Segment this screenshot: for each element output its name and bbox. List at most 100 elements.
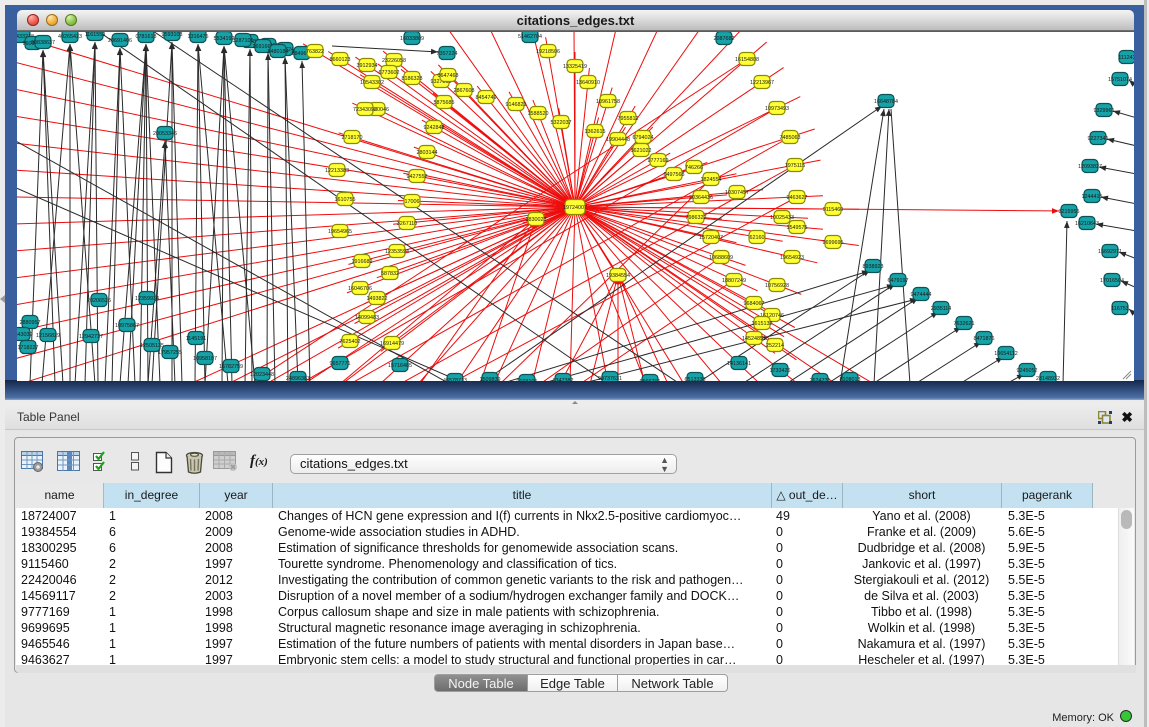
svg-text:18807249: 18807249 [722, 278, 746, 284]
svg-text:28148932: 28148932 [1036, 376, 1060, 381]
svg-text:5322037: 5322037 [551, 120, 572, 126]
svg-text:9777169: 9777169 [648, 158, 669, 164]
svg-text:746266: 746266 [685, 165, 703, 171]
svg-text:0781618: 0781618 [136, 34, 157, 40]
svg-text:9115460: 9115460 [823, 207, 844, 213]
svg-text:8471876: 8471876 [974, 336, 995, 342]
svg-text:10307457: 10307457 [725, 190, 749, 196]
svg-text:2880957: 2880957 [20, 320, 41, 326]
svg-text:2087682: 2087682 [714, 36, 735, 42]
svg-text:14524851: 14524851 [742, 336, 766, 342]
svg-text:12156829: 12156829 [36, 333, 60, 339]
svg-text:8938923: 8938923 [863, 264, 884, 270]
svg-text:1509839: 1509839 [480, 377, 501, 381]
svg-text:16046706: 16046706 [348, 286, 372, 292]
svg-text:9227341: 9227341 [1088, 136, 1109, 142]
svg-text:1610755: 1610755 [335, 197, 356, 203]
svg-text:20053346: 20053346 [153, 131, 177, 137]
svg-text:12093827: 12093827 [1078, 164, 1102, 170]
svg-text:9474444: 9474444 [911, 292, 932, 298]
svg-text:16648784: 16648784 [874, 99, 898, 105]
svg-text:6497568: 6497568 [664, 172, 685, 178]
svg-text:9329961: 9329961 [1094, 108, 1115, 114]
svg-text:15720407: 15720407 [699, 235, 723, 241]
svg-text:5875685: 5875685 [434, 100, 455, 106]
svg-text:1824554: 1824554 [701, 177, 722, 183]
svg-text:9245052: 9245052 [1017, 368, 1038, 374]
svg-text:1549575: 1549575 [787, 225, 808, 231]
svg-text:19724007: 19724007 [563, 205, 587, 211]
svg-text:1830023: 1830023 [526, 217, 547, 223]
svg-text:7625402: 7625402 [340, 339, 361, 345]
svg-text:20364436: 20364436 [689, 195, 713, 201]
svg-text:19218506: 19218506 [536, 49, 560, 55]
svg-text:7357224: 7357224 [437, 51, 458, 57]
svg-text:9657771: 9657771 [330, 361, 351, 367]
svg-text:10973493: 10973493 [765, 106, 789, 112]
svg-text:1733426: 1733426 [770, 368, 791, 374]
svg-text:14136141: 14136141 [727, 361, 751, 367]
svg-text:2935114: 2935114 [931, 306, 952, 312]
svg-text:10654112: 10654112 [994, 351, 1018, 357]
svg-text:8480184: 8480184 [268, 49, 289, 55]
svg-text:12353594: 12353594 [385, 249, 409, 255]
svg-text:10975867: 10975867 [115, 323, 139, 329]
svg-text:9463627: 9463627 [787, 195, 808, 201]
svg-text:1975115: 1975115 [785, 163, 806, 169]
svg-text:6773602: 6773602 [379, 70, 400, 76]
svg-text:763822: 763822 [306, 49, 324, 55]
svg-text:3287101: 3287101 [233, 38, 254, 44]
svg-text:13640910: 13640910 [576, 80, 600, 86]
svg-text:116753: 116753 [1111, 306, 1129, 312]
svg-text:15692971: 15692971 [1098, 249, 1122, 255]
svg-text:2867608: 2867608 [454, 88, 475, 94]
svg-text:62160: 62160 [750, 235, 765, 241]
svg-text:2624731: 2624731 [810, 378, 831, 381]
svg-text:9699695: 9699695 [823, 240, 844, 246]
svg-text:72343098: 72343098 [353, 107, 377, 113]
svg-text:9146821: 9146821 [506, 102, 527, 108]
svg-text:1718227: 1718227 [18, 345, 39, 351]
svg-text:1615132: 1615132 [752, 321, 773, 327]
svg-text:10688609: 10688609 [709, 255, 733, 261]
svg-text:12213383: 12213383 [325, 168, 349, 174]
svg-text:14099483: 14099483 [355, 315, 379, 321]
svg-text:10958107: 10958107 [193, 356, 217, 362]
svg-text:10543302: 10543302 [360, 80, 384, 86]
svg-text:8454749: 8454749 [476, 95, 497, 101]
svg-text:7955812: 7955812 [618, 116, 639, 122]
svg-text:5534192: 5534192 [214, 36, 235, 42]
svg-text:40265423: 40265423 [58, 34, 82, 40]
svg-text:17006: 17006 [405, 199, 420, 205]
svg-text:7986322: 7986322 [686, 215, 707, 221]
svg-text:17957255: 17957255 [158, 350, 182, 356]
svg-text:6513338: 6513338 [685, 377, 706, 381]
svg-text:90838637: 90838637 [31, 40, 55, 46]
svg-text:1244415: 1244415 [1082, 194, 1103, 200]
svg-text:9593103: 9593103 [162, 32, 183, 38]
svg-text:16033809: 16033809 [400, 36, 424, 42]
svg-text:13325419: 13325419 [563, 64, 587, 70]
svg-text:6479197: 6479197 [888, 278, 909, 284]
svg-text:19904448: 19904448 [606, 137, 630, 143]
svg-text:12359934: 12359934 [135, 296, 159, 302]
svg-text:6566701: 6566701 [640, 379, 661, 381]
svg-text:6794024: 6794024 [633, 135, 654, 141]
svg-text:1916682: 1916682 [352, 259, 373, 265]
svg-text:24896383: 24896383 [286, 376, 310, 381]
svg-text:20691406: 20691406 [108, 38, 132, 44]
svg-text:9242848: 9242848 [424, 125, 445, 131]
svg-text:10025433: 10025433 [770, 215, 794, 221]
svg-text:1543039: 1543039 [17, 332, 33, 338]
svg-text:12505135: 12505135 [140, 343, 164, 349]
svg-text:1588520: 1588520 [528, 111, 549, 117]
svg-text:8108013: 8108013 [840, 377, 861, 381]
svg-text:7632621: 7632621 [954, 321, 975, 327]
svg-text:1493822: 1493822 [367, 296, 388, 302]
svg-text:8347382: 8347382 [553, 378, 574, 381]
svg-text:12213967: 12213967 [750, 80, 774, 86]
svg-text:10756928: 10756928 [765, 283, 789, 289]
svg-text:15716485: 15716485 [388, 363, 412, 369]
svg-text:9684067: 9684067 [744, 301, 765, 307]
svg-text:7485063: 7485063 [780, 135, 801, 141]
